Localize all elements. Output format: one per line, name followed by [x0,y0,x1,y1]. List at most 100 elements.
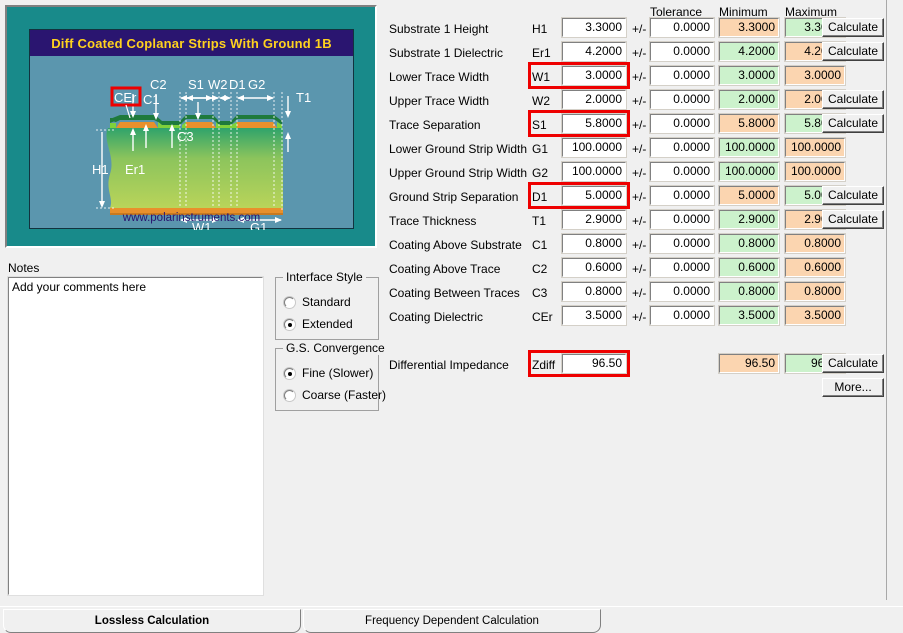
parameter-row: Coating Between TracesC30.8000+/-0.00000… [382,282,885,306]
parameter-minimum: 4.2000 [719,42,779,61]
parameter-row: Upper Ground Strip WidthG2100.0000+/-0.0… [382,162,885,186]
parameter-label: Coating Above Trace [389,262,500,276]
radio-circle-selected-icon [284,368,295,379]
parameter-maximum: 100.0000 [785,162,845,181]
tab-lossless-calculation[interactable]: Lossless Calculation [3,609,301,633]
parameter-label: Coating Dielectric [389,310,483,324]
parameter-value-input[interactable]: 2.9000 [562,210,626,229]
parameter-value-input[interactable]: 3.0000 [562,66,626,85]
radio-interface-extended[interactable]: Extended [284,316,353,332]
parameter-minimum: 0.8000 [719,234,779,253]
calculate-button[interactable]: Calculate [822,114,884,133]
plus-minus-label: +/- [632,238,646,252]
parameter-symbol: C2 [532,262,547,276]
calculate-button[interactable]: Calculate [822,90,884,109]
parameter-symbol: Er1 [532,46,551,60]
calculate-button[interactable]: Calculate [822,18,884,37]
parameter-maximum: 0.8000 [785,234,845,253]
radio-label: Coarse (Faster) [302,388,386,402]
parameter-minimum: 100.0000 [719,162,779,181]
diagram-watermark-url: www.polarinstruments.com [30,212,353,224]
parameter-label: Upper Trace Width [389,94,489,108]
parameter-tolerance-input[interactable]: 0.0000 [650,18,714,37]
parameter-row: Coating Above SubstrateC10.8000+/-0.0000… [382,234,885,258]
parameter-tolerance-input[interactable]: 0.0000 [650,282,714,301]
parameter-minimum: 100.0000 [719,138,779,157]
parameter-symbol: H1 [532,22,547,36]
parameter-tolerance-input[interactable]: 0.0000 [650,42,714,61]
parameter-value-input[interactable]: 4.2000 [562,42,626,61]
result-value-input[interactable]: 96.50 [562,354,626,373]
parameter-value-input[interactable]: 100.0000 [562,162,626,181]
parameter-tolerance-input[interactable]: 0.0000 [650,258,714,277]
parameter-label: Lower Trace Width [389,70,489,84]
radio-convergence-coarse[interactable]: Coarse (Faster) [284,387,386,403]
parameter-value-input[interactable]: 0.6000 [562,258,626,277]
parameter-row: Coating DielectricCEr3.5000+/-0.00003.50… [382,306,885,330]
parameter-symbol: S1 [532,118,547,132]
parameter-label: Ground Strip Separation [389,190,518,204]
parameter-symbol: T1 [532,214,546,228]
calculate-button[interactable]: Calculate [822,42,884,61]
parameter-tolerance-input[interactable]: 0.0000 [650,162,714,181]
parameter-label: Substrate 1 Height [389,22,488,36]
result-minimum: 96.50 [719,354,779,373]
calculate-button[interactable]: Calculate [822,186,884,205]
label-t1: T1 [296,90,311,105]
panel-divider [886,0,887,600]
parameter-value-input[interactable]: 3.3000 [562,18,626,37]
parameter-symbol: CEr [532,310,553,324]
notes-text: Add your comments here [12,280,146,294]
radio-interface-standard[interactable]: Standard [284,294,351,310]
radio-label: Fine (Slower) [302,366,373,380]
parameter-value-input[interactable]: 0.8000 [562,282,626,301]
parameter-tolerance-input[interactable]: 0.0000 [650,90,714,109]
parameter-maximum: 0.8000 [785,282,845,301]
parameter-minimum: 2.0000 [719,90,779,109]
label-er1: Er1 [125,162,145,177]
plus-minus-label: +/- [632,22,646,36]
radio-label: Standard [302,295,351,309]
parameter-value-input[interactable]: 100.0000 [562,138,626,157]
parameter-tolerance-input[interactable]: 0.0000 [650,114,714,133]
parameter-tolerance-input[interactable]: 0.0000 [650,210,714,229]
cross-section-diagram: Diff Coated Coplanar Strips With Ground … [5,5,377,248]
column-header-minimum: Minimum [719,5,768,19]
label-h1: H1 [92,162,109,177]
parameter-row: Lower Ground Strip WidthG1100.0000+/-0.0… [382,138,885,162]
parameter-value-input[interactable]: 5.8000 [562,114,626,133]
parameter-value-input[interactable]: 2.0000 [562,90,626,109]
plus-minus-label: +/- [632,142,646,156]
calculate-button-result[interactable]: Calculate [822,354,884,373]
parameter-minimum: 3.0000 [719,66,779,85]
column-header-maximum: Maximum [785,5,837,19]
parameter-tolerance-input[interactable]: 0.0000 [650,306,714,325]
result-row: Differential Impedance Zdiff 96.50 96.50… [382,354,885,378]
parameter-tolerance-input[interactable]: 0.0000 [650,234,714,253]
parameter-minimum: 5.0000 [719,186,779,205]
parameter-symbol: W1 [532,70,550,84]
label-g2: G2 [248,77,265,92]
notes-textarea[interactable]: Add your comments here [8,277,263,595]
parameter-row: Trace SeparationS15.8000+/-0.00005.80005… [382,114,885,138]
parameter-minimum: 3.3000 [719,18,779,37]
left-panel: Diff Coated Coplanar Strips With Ground … [0,0,382,606]
tab-frequency-dependent-calculation[interactable]: Frequency Dependent Calculation [303,609,601,633]
plus-minus-label: +/- [632,70,646,84]
parameter-value-input[interactable]: 3.5000 [562,306,626,325]
parameter-minimum: 2.9000 [719,210,779,229]
parameter-tolerance-input[interactable]: 0.0000 [650,66,714,85]
more-button[interactable]: More... [822,378,884,397]
gs-convergence-group: G.S. Convergence Fine (Slower) Coarse (F… [275,348,379,411]
radio-label: Extended [302,317,353,331]
calculate-button[interactable]: Calculate [822,210,884,229]
radio-convergence-fine[interactable]: Fine (Slower) [284,365,373,381]
label-cer: CEr [114,90,137,105]
diagram-graphic: CEr C1 C2 C3 S1 W2 D1 G2 T1 H1 Er1 W1 G1 [30,56,355,230]
parameter-value-input[interactable]: 0.8000 [562,234,626,253]
parameter-minimum: 3.5000 [719,306,779,325]
parameter-tolerance-input[interactable]: 0.0000 [650,138,714,157]
parameter-tolerance-input[interactable]: 0.0000 [650,186,714,205]
parameter-value-input[interactable]: 5.0000 [562,186,626,205]
interface-style-group: Interface Style Standard Extended [275,277,379,340]
